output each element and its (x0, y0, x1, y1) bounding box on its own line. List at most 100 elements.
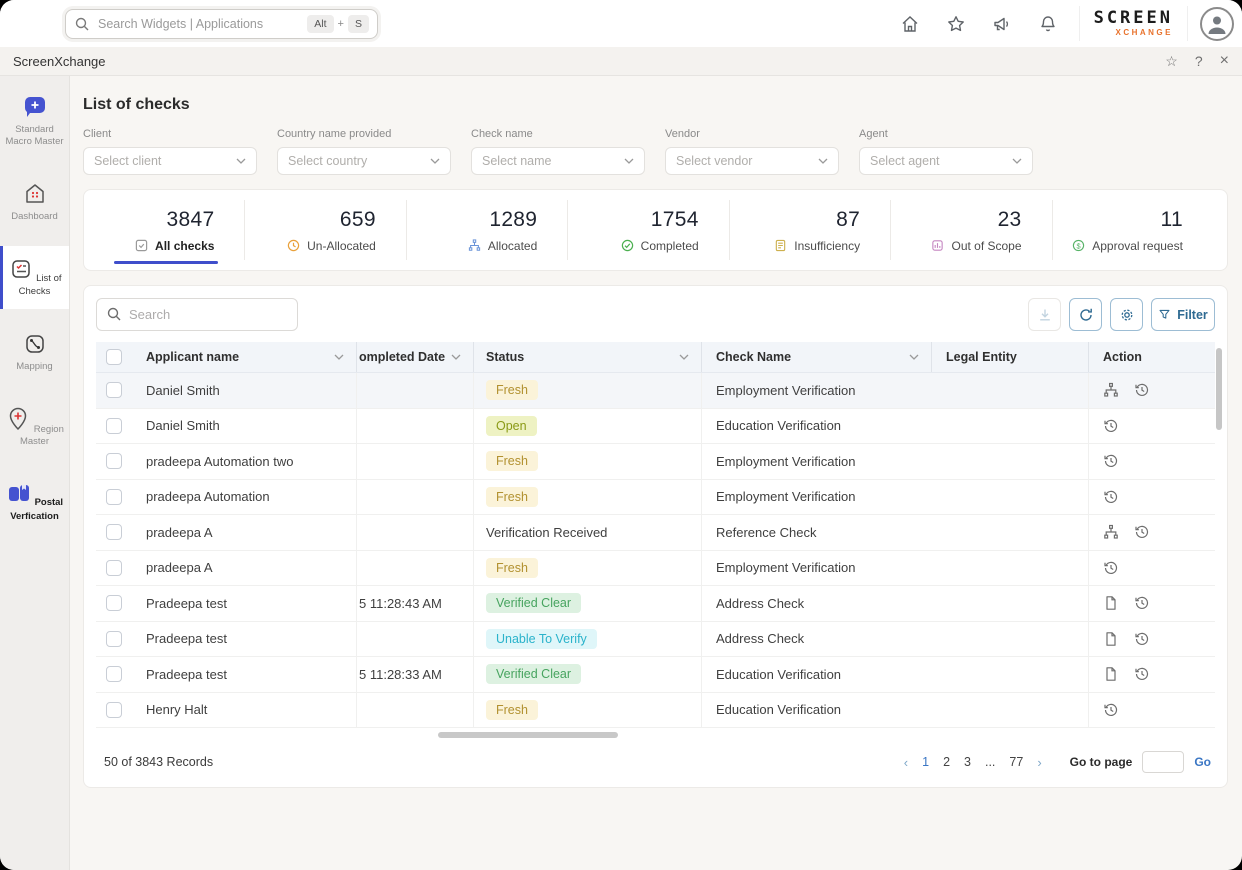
home-icon[interactable] (900, 14, 920, 34)
macro-chat-plus-icon (22, 95, 48, 119)
global-search-placeholder: Search Widgets | Applications (98, 17, 307, 31)
stat-out-of-scope[interactable]: 23 Out of Scope (891, 200, 1052, 260)
client-select[interactable]: Select client (83, 147, 257, 175)
chevron-down-icon (430, 158, 440, 164)
stat-un-allocated[interactable]: 659 Un-Allocated (245, 200, 406, 260)
sidebar-item-dashboard[interactable]: Dashboard (0, 171, 69, 234)
row-checkbox[interactable] (106, 382, 122, 398)
chevron-down-icon[interactable] (451, 354, 461, 360)
sidebar-item-region-master[interactable]: Region Master (0, 396, 69, 459)
table-search-input[interactable] (96, 298, 298, 331)
sidebar-item-standard-macro-master[interactable]: Standard Macro Master (0, 84, 69, 159)
pagination-prev-icon[interactable]: ‹ (904, 755, 908, 770)
table-row[interactable]: Daniel Smith Fresh Employment Verificati… (96, 373, 1215, 409)
chevron-down-icon (236, 158, 246, 164)
stat-approval-request[interactable]: 11 $Approval request (1053, 200, 1227, 260)
download-button[interactable] (1028, 298, 1061, 331)
row-checkbox[interactable] (106, 595, 122, 611)
favorite-star-icon[interactable]: ☆ (1165, 53, 1178, 70)
logo-text-screen: SCREEN (1094, 10, 1173, 27)
country-select[interactable]: Select country (277, 147, 451, 175)
settings-button[interactable] (1110, 298, 1143, 331)
megaphone-icon[interactable] (992, 14, 1012, 34)
page-number-2[interactable]: 2 (943, 755, 950, 769)
stat-insufficiency[interactable]: 87 Insufficiency (730, 200, 891, 260)
document-icon[interactable] (1103, 631, 1119, 647)
table-row[interactable]: pradeepa A Verification Received Referen… (96, 515, 1215, 551)
sidebar-item-list-of-checks[interactable]: List of Checks (0, 246, 69, 309)
checks-panel: Filter Applicant name ompleted Date Stat… (83, 285, 1228, 788)
history-icon[interactable] (1103, 453, 1119, 469)
history-icon[interactable] (1134, 666, 1150, 682)
table-row[interactable]: pradeepa Automation two Fresh Employment… (96, 444, 1215, 480)
history-icon[interactable] (1134, 631, 1150, 647)
document-icon[interactable] (1103, 595, 1119, 611)
agent-select[interactable]: Select agent (859, 147, 1033, 175)
page-number-3[interactable]: 3 (964, 755, 971, 769)
refresh-button[interactable] (1069, 298, 1102, 331)
status-badge: Open (486, 416, 537, 436)
hierarchy-icon[interactable] (1103, 382, 1119, 398)
help-icon[interactable]: ? (1195, 53, 1203, 69)
row-checkbox[interactable] (106, 666, 122, 682)
records-count: 50 of 3843 Records (104, 755, 213, 769)
vertical-scrollbar[interactable] (1216, 348, 1222, 430)
topbar-actions: SCREEN XCHANGE (887, 0, 1234, 47)
history-icon[interactable] (1134, 595, 1150, 611)
row-checkbox[interactable] (106, 631, 122, 647)
chevron-down-icon[interactable] (909, 354, 919, 360)
hierarchy-icon[interactable] (1103, 524, 1119, 540)
page-number-77[interactable]: 77 (1009, 755, 1023, 769)
history-icon[interactable] (1134, 524, 1150, 540)
close-icon[interactable]: × (1220, 52, 1229, 70)
global-search-input[interactable]: Search Widgets | Applications Alt + S (65, 9, 378, 39)
sidebar-item-mapping[interactable]: Mapping (0, 321, 69, 384)
table-row[interactable]: Pradeepa test Unable To Verify Address C… (96, 622, 1215, 658)
shortcut-alt-key: Alt (307, 15, 333, 33)
row-checkbox[interactable] (106, 453, 122, 469)
user-avatar[interactable] (1200, 7, 1234, 41)
row-checkbox[interactable] (106, 560, 122, 576)
table-row[interactable]: pradeepa A Fresh Employment Verification (96, 551, 1215, 587)
stats-card: 3847 All checks 659 Un-Allocated 1289 Al… (83, 189, 1228, 271)
stat-allocated[interactable]: 1289 Allocated (407, 200, 568, 260)
map-pin-plus-icon (5, 407, 31, 431)
filter-button[interactable]: Filter (1151, 298, 1215, 331)
vendor-select[interactable]: Select vendor (665, 147, 839, 175)
stat-all-checks[interactable]: 3847 All checks (84, 200, 245, 260)
row-checkbox[interactable] (106, 702, 122, 718)
table-row[interactable]: Pradeepa test 5 11:28:33 AM Verified Cle… (96, 657, 1215, 693)
history-icon[interactable] (1103, 702, 1119, 718)
person-icon (1205, 12, 1229, 36)
goto-page-input[interactable] (1142, 751, 1184, 773)
row-checkbox[interactable] (106, 524, 122, 540)
star-icon[interactable] (946, 14, 966, 34)
table-row[interactable]: Daniel Smith Open Education Verification (96, 409, 1215, 445)
select-all-checkbox[interactable] (106, 349, 122, 365)
history-icon[interactable] (1134, 382, 1150, 398)
table-header-row: Applicant name ompleted Date Status Chec… (96, 342, 1215, 373)
history-icon[interactable] (1103, 489, 1119, 505)
table-row[interactable]: pradeepa Automation Fresh Employment Ver… (96, 480, 1215, 516)
document-icon[interactable] (1103, 666, 1119, 682)
bell-icon[interactable] (1038, 14, 1058, 34)
status-badge: Fresh (486, 700, 538, 720)
app-window: Search Widgets | Applications Alt + S SC… (0, 0, 1242, 870)
table-row[interactable]: Henry Halt Fresh Education Verification (96, 693, 1215, 729)
filter-agent: Agent Select agent (859, 128, 1033, 175)
chevron-down-icon[interactable] (679, 354, 689, 360)
stat-completed[interactable]: 1754 Completed (568, 200, 729, 260)
sidebar-item-postal-verification[interactable]: Postal Verfication (0, 471, 69, 534)
check-name-select[interactable]: Select name (471, 147, 645, 175)
history-icon[interactable] (1103, 560, 1119, 576)
row-checkbox[interactable] (106, 489, 122, 505)
table-row[interactable]: Pradeepa test 5 11:28:43 AM Verified Cle… (96, 586, 1215, 622)
pagination-next-icon[interactable]: › (1037, 755, 1041, 770)
chevron-down-icon[interactable] (334, 354, 344, 360)
page-number-1[interactable]: 1 (922, 755, 929, 769)
filter-check-name: Check name Select name (471, 128, 645, 175)
go-button[interactable]: Go (1194, 755, 1211, 769)
dashboard-home-icon (22, 182, 48, 206)
history-icon[interactable] (1103, 418, 1119, 434)
row-checkbox[interactable] (106, 418, 122, 434)
